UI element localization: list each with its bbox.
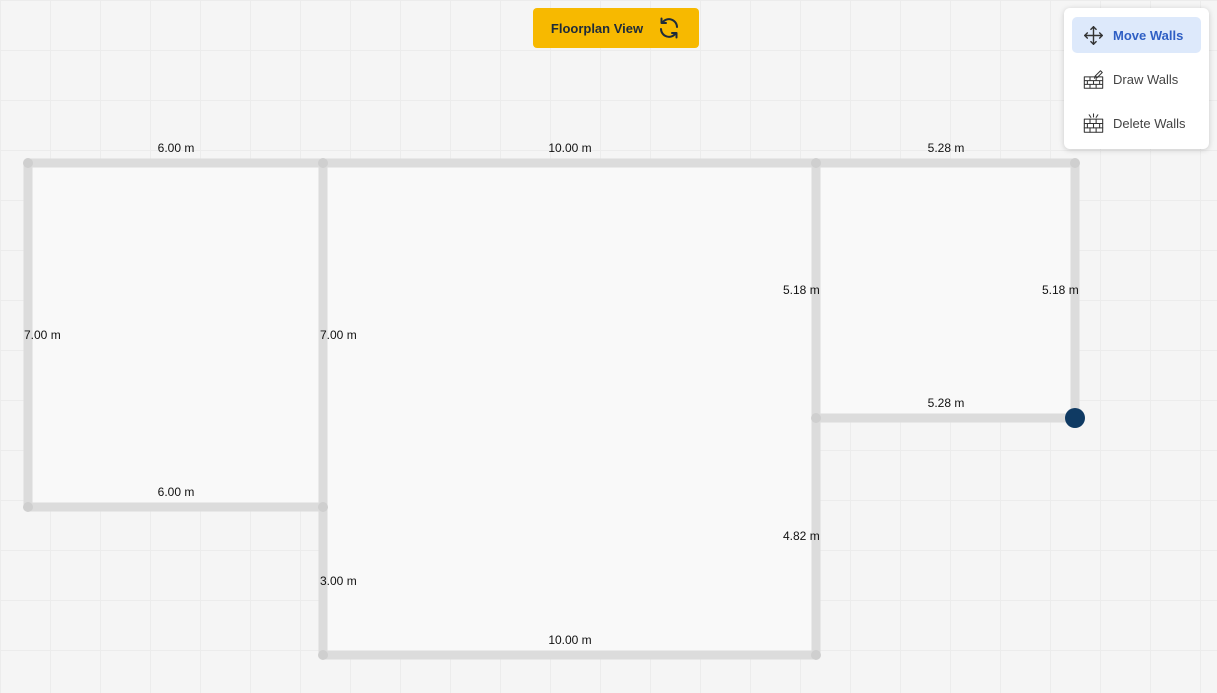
- move-arrows-icon: [1084, 25, 1103, 45]
- wall-tools-panel: Move Walls Draw Walls Delete Walls: [1064, 8, 1209, 149]
- dimension-label-lower-vertical: 3.00 m: [320, 574, 357, 588]
- view-toggle-label: Floorplan View: [550, 20, 644, 36]
- corner-node[interactable]: [1070, 158, 1080, 168]
- delete-walls-button[interactable]: Delete Walls: [1072, 105, 1201, 141]
- corner-node[interactable]: [23, 158, 33, 168]
- selected-corner-node[interactable]: [1065, 408, 1085, 428]
- room-right: [816, 163, 1075, 418]
- corner-node[interactable]: [811, 413, 821, 423]
- dimension-label-bottom-left: 6.00 m: [158, 485, 195, 499]
- dimension-label-inner-horizontal: 5.28 m: [928, 396, 965, 410]
- dimension-label-top-middle: 10.00 m: [548, 141, 591, 155]
- corner-node[interactable]: [318, 158, 328, 168]
- dimension-label-top-left: 6.00 m: [158, 141, 195, 155]
- dimension-label-bottom: 10.00 m: [548, 633, 591, 647]
- dimension-label-right-outer-vertical: 5.18 m: [1042, 283, 1079, 297]
- move-walls-button[interactable]: Move Walls: [1072, 17, 1201, 53]
- room-main: [323, 163, 816, 655]
- dimension-label-lower-right-vertical: 4.82 m: [783, 529, 820, 543]
- floorplan-canvas[interactable]: 6.00 m 10.00 m 5.28 m 7.00 m 7.00 m 6.00…: [0, 0, 1217, 693]
- corner-node[interactable]: [23, 502, 33, 512]
- move-walls-label: Move Walls: [1113, 27, 1184, 43]
- corner-node[interactable]: [811, 158, 821, 168]
- delete-walls-label: Delete Walls: [1113, 115, 1186, 131]
- corner-node[interactable]: [318, 502, 328, 512]
- dimension-label-left: 7.00 m: [24, 328, 61, 342]
- room-left: [28, 163, 323, 507]
- corner-node[interactable]: [811, 650, 821, 660]
- draw-walls-label: Draw Walls: [1113, 71, 1179, 87]
- dimension-label-mid-left-vertical: 7.00 m: [320, 328, 357, 342]
- refresh-icon: [660, 17, 679, 39]
- corner-node[interactable]: [318, 650, 328, 660]
- floorplan-drawing[interactable]: 6.00 m 10.00 m 5.28 m 7.00 m 7.00 m 6.00…: [0, 0, 1217, 693]
- draw-walls-button[interactable]: Draw Walls: [1072, 61, 1201, 97]
- brick-wall-explode-icon: [1083, 112, 1104, 133]
- brick-wall-pencil-icon: [1083, 69, 1104, 89]
- floorplan-view-toggle-button[interactable]: Floorplan View: [533, 8, 699, 48]
- dimension-label-right-inner-vertical: 5.18 m: [783, 283, 820, 297]
- dimension-label-top-right: 5.28 m: [928, 141, 965, 155]
